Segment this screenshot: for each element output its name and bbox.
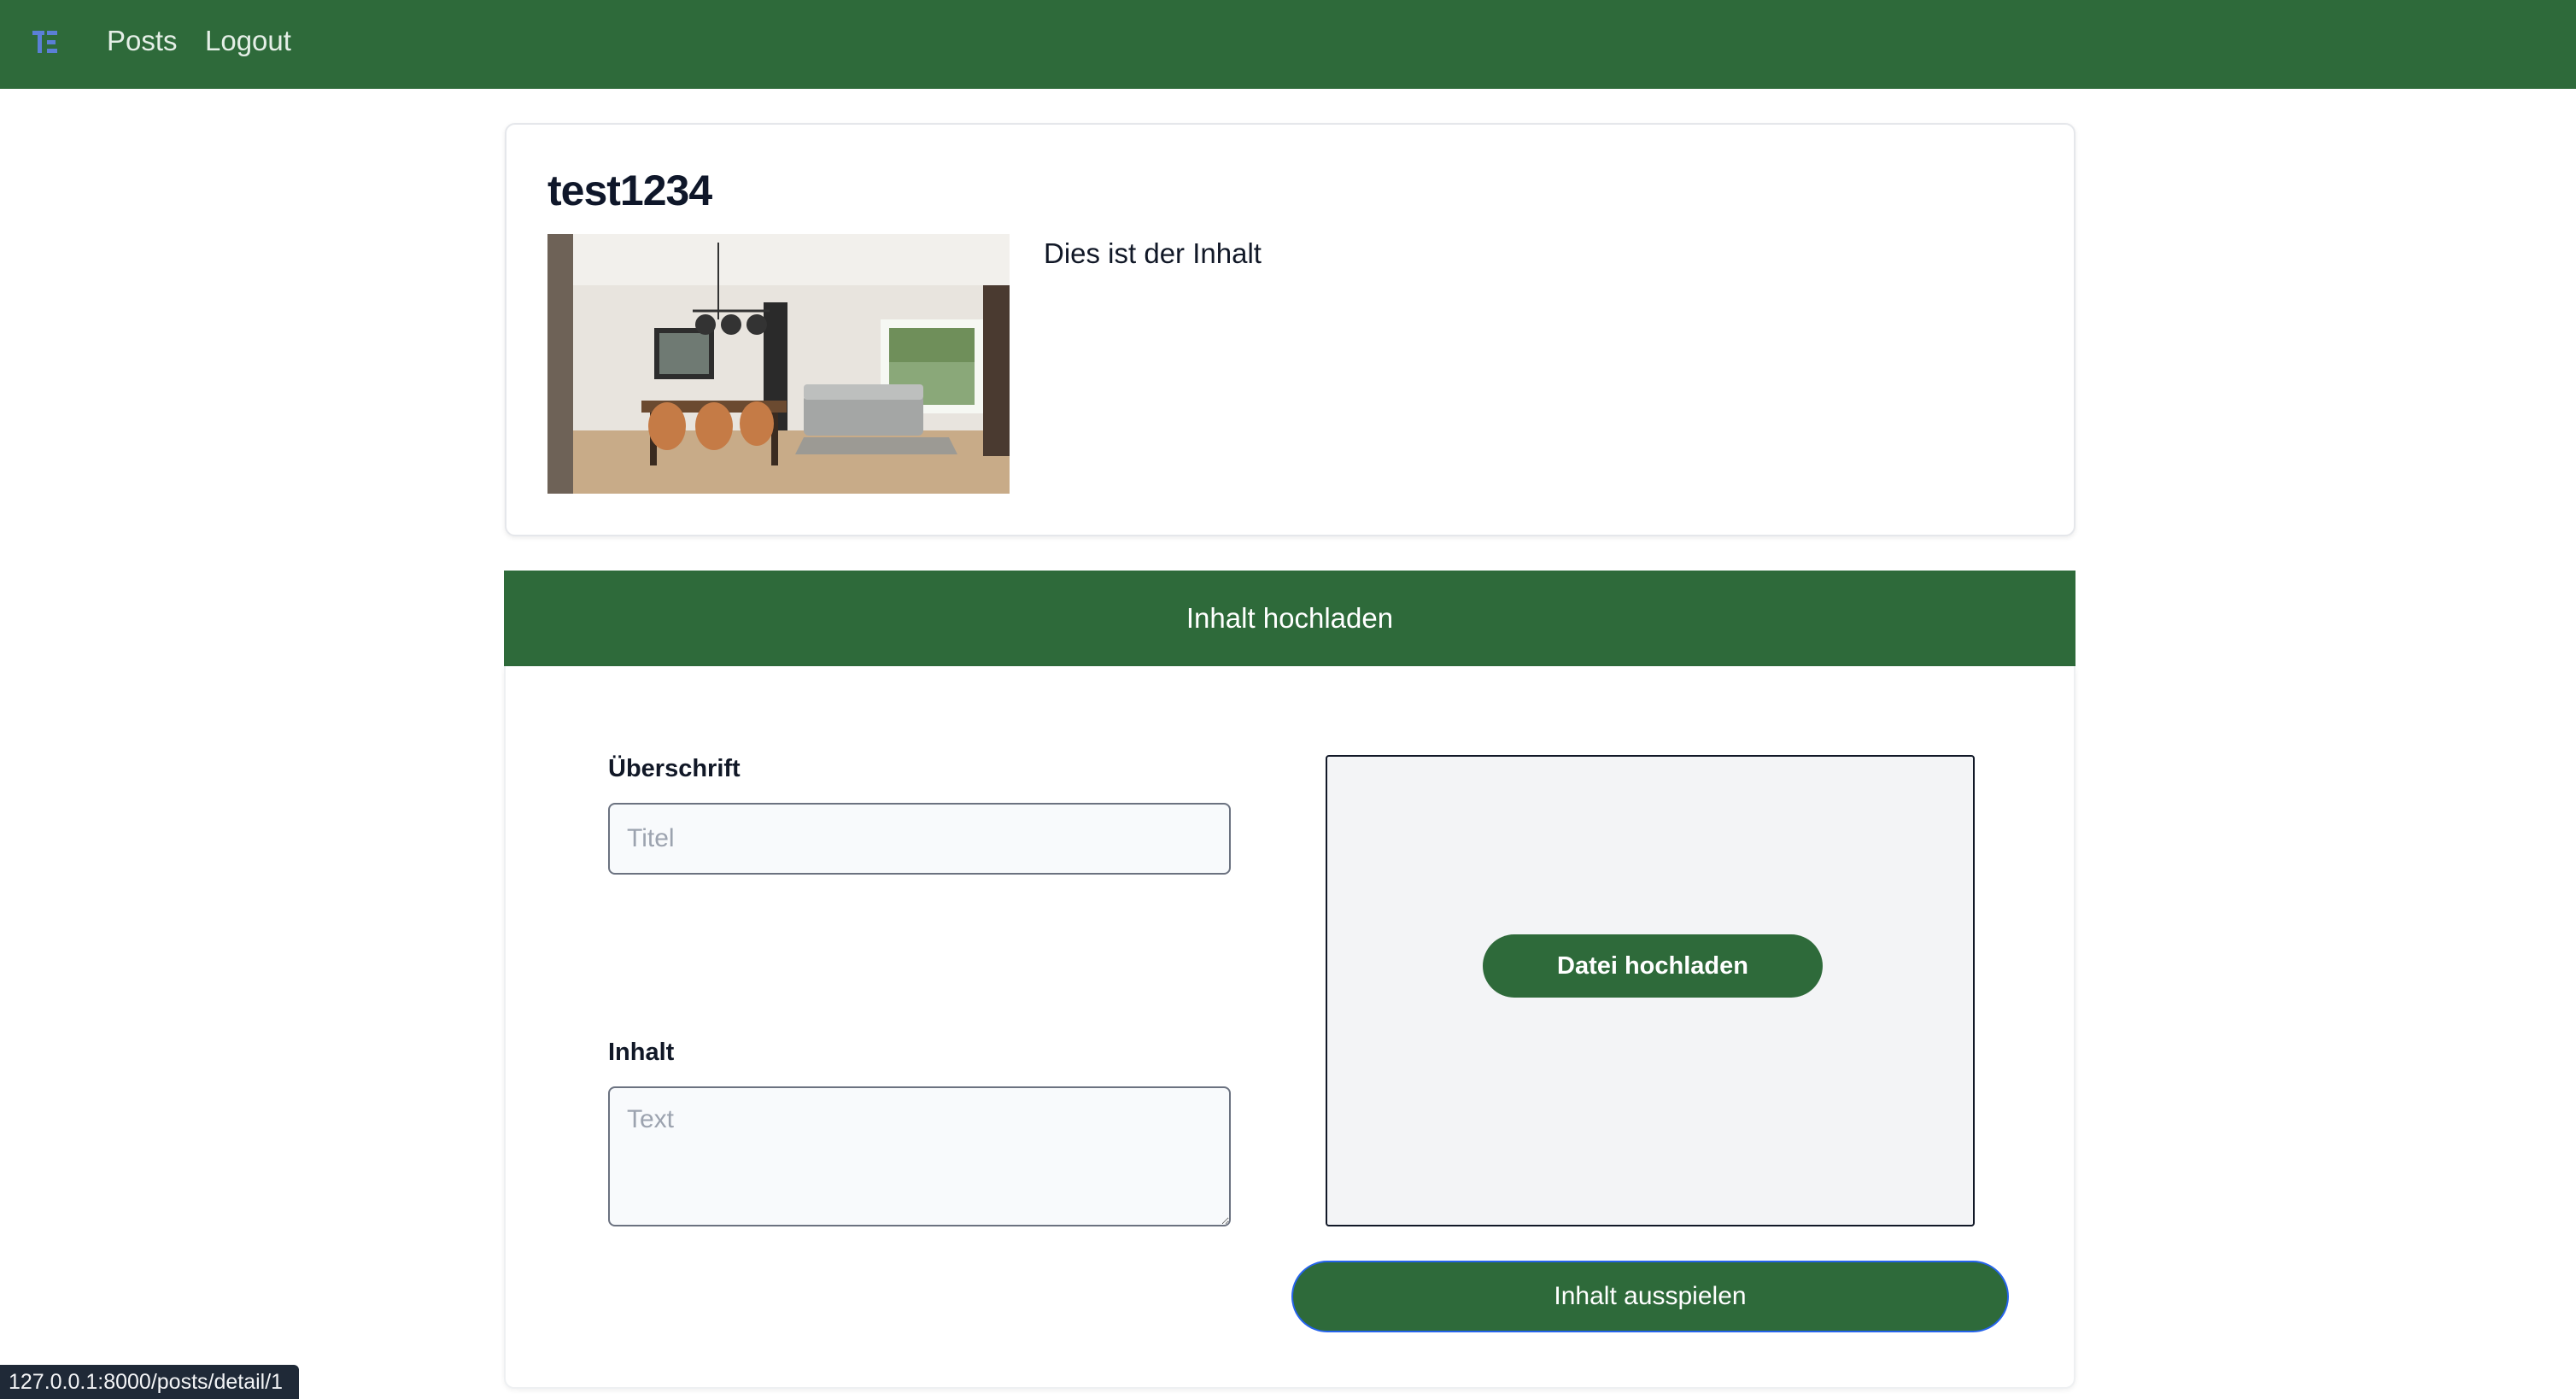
post-content: Dies ist der Inhalt: [1044, 237, 1262, 269]
content-textarea[interactable]: [608, 1086, 1231, 1226]
logo-icon[interactable]: [31, 27, 61, 58]
title-input[interactable]: [608, 803, 1231, 875]
title-label: Überschrift: [608, 755, 741, 782]
publish-content-button[interactable]: Inhalt ausspielen: [1291, 1261, 2009, 1332]
upload-form: Überschrift Inhalt Datei hochladen Inhal…: [504, 666, 2075, 1389]
nav-link-logout[interactable]: Logout: [205, 22, 291, 60]
top-navbar: Posts Logout: [0, 0, 2576, 89]
post-title: test1234: [547, 167, 712, 214]
file-dropzone[interactable]: Datei hochladen: [1326, 755, 1975, 1226]
post-card: test1234 Dies ist der Inhalt: [505, 123, 2075, 536]
upload-file-button[interactable]: Datei hochladen: [1483, 934, 1823, 998]
upload-section-header: Inhalt hochladen: [504, 571, 2075, 666]
post-image: [547, 234, 1010, 494]
status-bar-url: 127.0.0.1:8000/posts/detail/1: [0, 1365, 299, 1399]
nav-link-posts[interactable]: Posts: [107, 22, 178, 60]
content-label: Inhalt: [608, 1039, 675, 1066]
